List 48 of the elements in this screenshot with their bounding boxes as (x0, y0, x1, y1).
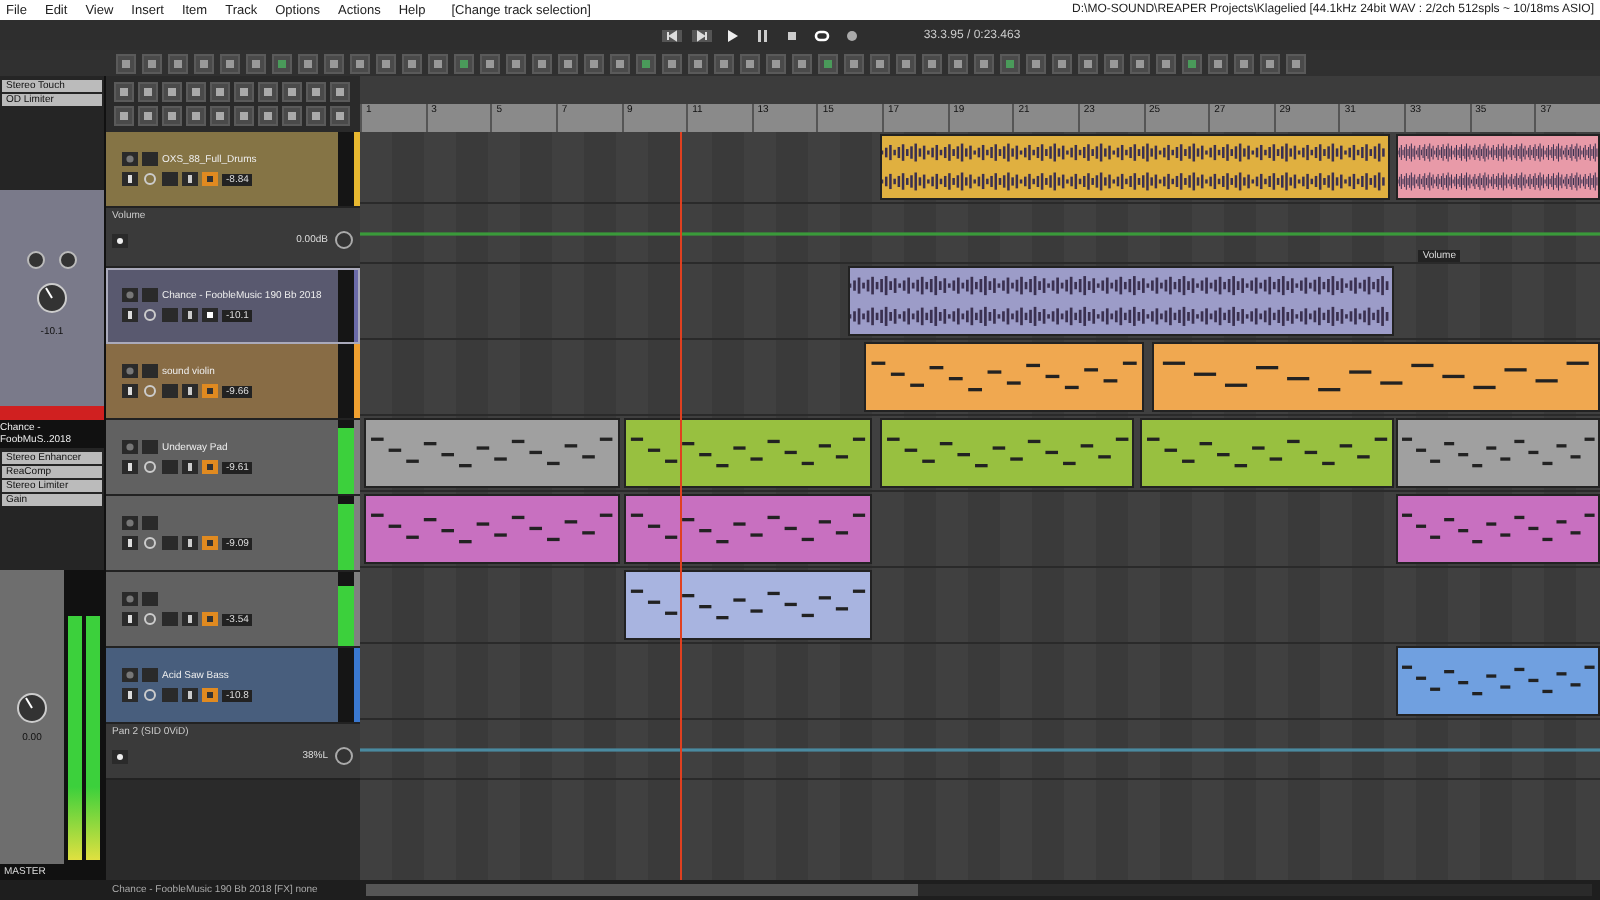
mute-icon[interactable] (122, 308, 138, 322)
phase-icon[interactable] (142, 536, 158, 550)
phase-icon[interactable] (142, 612, 158, 626)
phase-icon[interactable] (142, 308, 158, 322)
horizontal-scrollbar[interactable] (366, 884, 1592, 896)
knob-icon[interactable] (334, 230, 354, 250)
midi-clip[interactable] (624, 418, 873, 488)
bypass-icon[interactable] (112, 233, 128, 247)
midi-clip[interactable] (363, 418, 620, 488)
midi-clip[interactable] (879, 418, 1135, 488)
midi-clip[interactable] (1395, 646, 1600, 716)
mute-icon[interactable] (122, 172, 138, 186)
midi-clip[interactable] (1395, 494, 1600, 564)
solo-icon[interactable] (182, 460, 198, 474)
midi-clip[interactable] (1152, 342, 1600, 412)
mute-icon[interactable] (122, 688, 138, 702)
midi-clip[interactable] (1395, 418, 1600, 488)
skip-back-icon[interactable] (659, 25, 684, 45)
knob-icon[interactable] (334, 746, 354, 766)
solo-icon[interactable] (182, 612, 198, 626)
solo-icon[interactable] (182, 384, 198, 398)
audio-clip[interactable] (848, 266, 1395, 336)
midi-clip[interactable] (624, 570, 873, 640)
loop-icon[interactable] (809, 25, 834, 45)
volume-knob-icon[interactable] (16, 691, 48, 723)
midi-clip[interactable] (863, 342, 1144, 412)
volume-knob-icon[interactable] (36, 282, 68, 314)
mute-icon[interactable] (122, 460, 138, 474)
solo-icon[interactable] (182, 172, 198, 186)
scrollbar-thumb[interactable] (366, 884, 918, 896)
monitor-icon[interactable] (202, 308, 218, 322)
solo-icon[interactable] (182, 536, 198, 550)
audio-clip[interactable] (879, 134, 1390, 200)
skip-forward-icon[interactable] (689, 25, 714, 45)
mute-icon[interactable] (122, 536, 138, 550)
bypass-icon[interactable] (112, 749, 128, 763)
phase-icon[interactable] (142, 460, 158, 474)
mute-icon[interactable] (122, 612, 138, 626)
midi-clip[interactable] (624, 494, 873, 564)
phase-icon[interactable] (142, 688, 158, 702)
midi-clip[interactable] (363, 494, 620, 564)
audio-clip[interactable] (1395, 134, 1600, 200)
solo-icon[interactable] (182, 688, 198, 702)
meter (338, 132, 354, 206)
solo-icon[interactable] (182, 308, 198, 322)
track-color-bar (0, 406, 104, 420)
mute-icon[interactable] (122, 384, 138, 398)
midi-clip[interactable] (1139, 418, 1395, 488)
